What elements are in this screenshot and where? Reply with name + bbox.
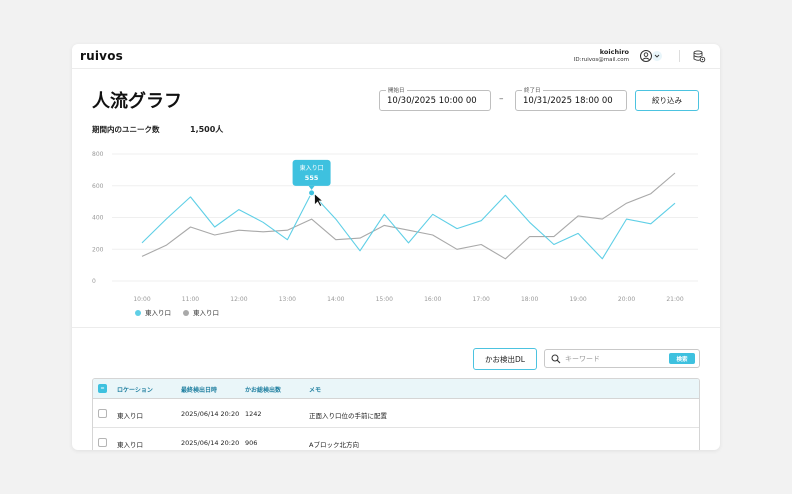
column-memo: メモ <box>309 387 322 394</box>
main-card: ruivos koichiro ID:ruivos@mail.com 人流グラフ… <box>72 44 720 450</box>
column-face-count: かお総検出数 <box>245 387 282 394</box>
date-range-separator: – <box>499 94 504 104</box>
detection-table: – ロケーション 最終検出日時 かお総検出数 メモ 東入り口 2025/06/1… <box>92 378 700 450</box>
column-last-detected: 最終検出日時 <box>181 387 218 394</box>
start-date-label: 開始日 <box>386 86 407 94</box>
search-input[interactable]: キーワード <box>565 354 600 364</box>
row-location: 東入り口 <box>117 412 143 420</box>
search-icon <box>551 354 561 364</box>
x-tick-label: 15:00 <box>376 296 393 303</box>
select-all-checkbox[interactable]: – <box>98 384 107 393</box>
filter-button[interactable]: 絞り込み <box>635 90 699 111</box>
unique-count-value: 1,500人 <box>190 125 224 134</box>
x-tick-label: 20:00 <box>618 296 635 303</box>
user-menu-icon[interactable] <box>639 49 665 63</box>
x-tick-label: 13:00 <box>279 296 296 303</box>
user-name: koichiro <box>599 48 629 56</box>
x-tick-label: 16:00 <box>424 296 441 303</box>
row-checkbox[interactable] <box>98 438 107 447</box>
tooltip-value: 555 <box>305 174 319 182</box>
database-settings-icon[interactable] <box>692 49 706 63</box>
section-divider <box>72 327 720 328</box>
x-tick-label: 11:00 <box>182 296 199 303</box>
user-id: ID:ruivos@mail.com <box>573 57 629 63</box>
search-box: キーワード 検索 <box>544 349 700 368</box>
start-date-value: 10/30/2025 10:00 00 <box>387 96 477 106</box>
row-date: 2025/06/14 20:20 <box>181 439 240 447</box>
row-checkbox[interactable] <box>98 409 107 418</box>
x-tick-label: 17:00 <box>473 296 490 303</box>
legend-label-2: 東入り口 <box>193 308 219 317</box>
y-tick-label: 600 <box>92 183 104 190</box>
tooltip <box>292 159 331 186</box>
start-date-field[interactable]: 開始日 10/30/2025 10:00 00 <box>379 86 491 111</box>
table-row[interactable]: 東入り口 2025/06/14 20:20 906 Aブロック北方向 <box>93 429 699 450</box>
tooltip-label: 東入り口 <box>300 164 324 172</box>
end-date-field[interactable]: 終了日 10/31/2025 18:00 00 <box>515 86 627 111</box>
x-tick-label: 19:00 <box>569 296 586 303</box>
y-tick-label: 0 <box>92 278 96 285</box>
x-tick-label: 14:00 <box>327 296 344 303</box>
tooltip-pointer <box>308 185 315 190</box>
end-date-label: 終了日 <box>522 86 543 94</box>
row-memo: Aブロック北方向 <box>309 441 359 449</box>
x-tick-label: 21:00 <box>666 296 683 303</box>
legend-marker-1 <box>135 310 141 316</box>
row-count: 1242 <box>245 410 262 418</box>
legend-label-1: 東入り口 <box>145 308 171 317</box>
table-header: – ロケーション 最終検出日時 かお総検出数 メモ <box>93 379 699 399</box>
logo: ruivos <box>80 49 123 63</box>
x-tick-label: 12:00 <box>230 296 247 303</box>
header-divider <box>679 50 680 62</box>
user-info: koichiro ID:ruivos@mail.com <box>574 48 629 64</box>
y-tick-label: 400 <box>92 215 104 222</box>
table-row[interactable]: 東入り口 2025/06/14 20:20 1242 正面入り口位の手前に配置 <box>93 400 699 428</box>
row-date: 2025/06/14 20:20 <box>181 410 240 418</box>
y-tick-label: 800 <box>92 151 104 158</box>
row-count: 906 <box>245 439 258 447</box>
face-detection-download-button[interactable]: かお検出DL <box>473 348 537 370</box>
people-flow-chart: 800 600 400 200 0 10:00 11:00 12:00 13:00 14:00 15… <box>92 151 698 317</box>
x-tick-label: 18:00 <box>521 296 538 303</box>
end-date-value: 10/31/2025 18:00 00 <box>523 96 613 106</box>
legend-marker-2 <box>183 310 189 316</box>
cursor-icon <box>314 193 324 207</box>
x-tick-label: 10:00 <box>133 296 150 303</box>
page-title: 人流グラフ <box>92 91 182 112</box>
unique-count-label: 期間内のユニーク数 <box>92 125 160 134</box>
search-button[interactable]: 検索 <box>669 353 695 364</box>
row-memo: 正面入り口位の手前に配置 <box>309 412 387 420</box>
column-location: ロケーション <box>117 387 153 394</box>
top-bar: ruivos koichiro ID:ruivos@mail.com <box>72 44 720 69</box>
highlighted-point <box>308 189 316 197</box>
row-location: 東入り口 <box>117 441 143 449</box>
y-tick-label: 200 <box>92 246 104 253</box>
